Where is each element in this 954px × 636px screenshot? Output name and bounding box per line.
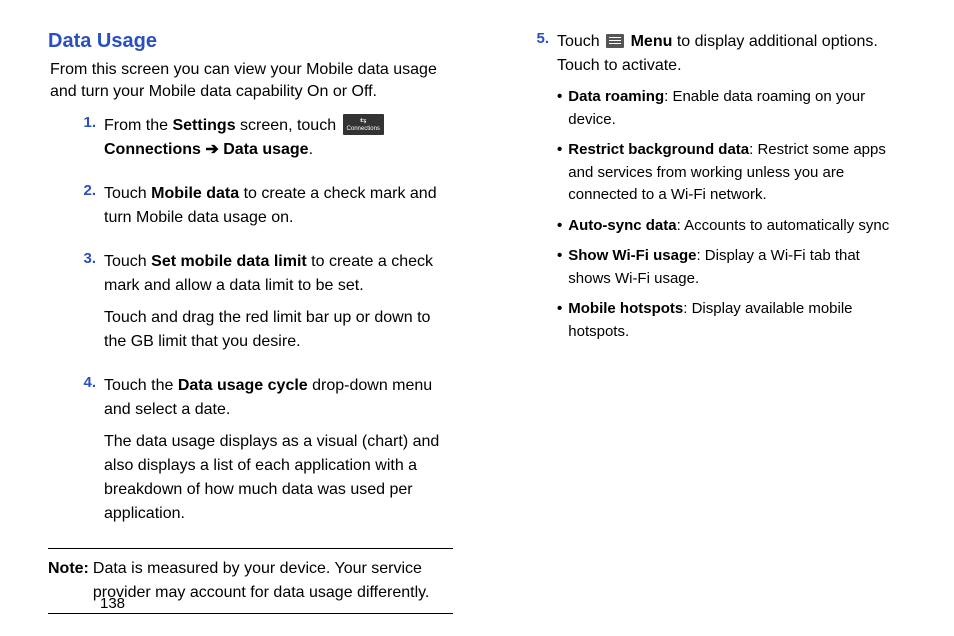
step-body: Touch Menu to display additional options…: [557, 30, 906, 351]
step-body: Touch the Data usage cycle drop-down men…: [104, 374, 453, 534]
bold-text: Mobile hotspots: [568, 300, 683, 317]
text: Touch: [557, 33, 604, 50]
step-number: 1.: [78, 114, 104, 170]
arrow-icon: ➔: [201, 141, 223, 158]
step-body: From the Settings screen, touch ⇆Connect…: [104, 114, 453, 170]
connections-icon: ⇆Connections: [343, 114, 384, 135]
bold-text: Mobile data: [151, 185, 239, 202]
bullet-list: •Data roaming: Enable data roaming on yo…: [557, 86, 906, 343]
step-number: 3.: [78, 250, 104, 362]
step-list-right: 5. Touch Menu to display additional opti…: [531, 30, 906, 351]
note-label: Note:: [48, 557, 93, 605]
text: The data usage displays as a visual (cha…: [104, 430, 453, 526]
text: Touch: [104, 185, 151, 202]
step-3: 3. Touch Set mobile data limit to create…: [78, 250, 453, 362]
text: screen, touch: [236, 117, 341, 134]
bold-text: Data usage cycle: [178, 377, 308, 394]
text: to display additional options. Touch to …: [557, 33, 878, 74]
step-1: 1. From the Settings screen, touch ⇆Conn…: [78, 114, 453, 170]
bold-text: Data usage: [223, 141, 308, 158]
page-number: 138: [100, 595, 125, 612]
right-column: 5. Touch Menu to display additional opti…: [501, 30, 906, 614]
section-heading: Data Usage: [48, 30, 453, 53]
text: From the: [104, 117, 172, 134]
step-body: Touch Mobile data to create a check mark…: [104, 182, 453, 238]
text: .: [309, 141, 313, 158]
step-body: Touch Set mobile data limit to create a …: [104, 250, 453, 362]
step-number: 5.: [531, 30, 557, 351]
bold-text: Settings: [172, 117, 235, 134]
bold-text: Menu: [631, 33, 673, 50]
text: Touch and drag the red limit bar up or d…: [104, 306, 453, 354]
list-item: •Data roaming: Enable data roaming on yo…: [557, 86, 906, 131]
bold-text: Restrict background data: [568, 141, 749, 158]
text: Touch: [104, 253, 151, 270]
page-columns: Data Usage From this screen you can view…: [48, 30, 906, 614]
bold-text: Set mobile data limit: [151, 253, 307, 270]
list-item: •Mobile hotspots: Display available mobi…: [557, 298, 906, 343]
step-5: 5. Touch Menu to display additional opti…: [531, 30, 906, 351]
list-item: •Show Wi-Fi usage: Display a Wi-Fi tab t…: [557, 245, 906, 290]
step-list: 1. From the Settings screen, touch ⇆Conn…: [78, 114, 453, 534]
step-2: 2. Touch Mobile data to create a check m…: [78, 182, 453, 238]
bullet-icon: •: [557, 215, 568, 238]
step-4: 4. Touch the Data usage cycle drop-down …: [78, 374, 453, 534]
bullet-icon: •: [557, 139, 568, 207]
menu-icon: [606, 34, 624, 48]
text: : Accounts to automatically sync: [677, 217, 890, 234]
intro-text: From this screen you can view your Mobil…: [50, 59, 453, 104]
list-item: •Restrict background data: Restrict some…: [557, 139, 906, 207]
note-text: Data is measured by your device. Your se…: [93, 557, 453, 605]
bold-text: Data roaming: [568, 88, 664, 105]
bullet-icon: •: [557, 298, 568, 343]
step-number: 4.: [78, 374, 104, 534]
step-number: 2.: [78, 182, 104, 238]
list-item: •Auto-sync data: Accounts to automatical…: [557, 215, 906, 238]
bullet-icon: •: [557, 86, 568, 131]
text: Touch the: [104, 377, 178, 394]
bold-text: Show Wi-Fi usage: [568, 247, 696, 264]
left-column: Data Usage From this screen you can view…: [48, 30, 453, 614]
bullet-icon: •: [557, 245, 568, 290]
bold-text: Connections: [104, 141, 201, 158]
bold-text: Auto-sync data: [568, 217, 676, 234]
